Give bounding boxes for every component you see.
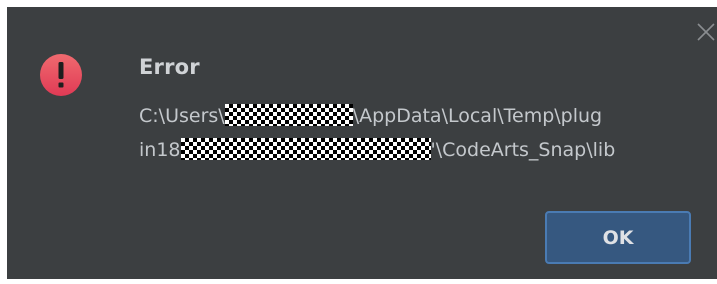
message-text: \AppData\Local\Temp\plug [352,105,603,127]
dialog-title: Error [139,55,200,79]
close-icon [697,23,715,41]
ok-button[interactable]: OK [545,211,691,264]
redacted-text [180,138,431,160]
message-text: in18 [139,139,181,161]
message-line: in18 '\CodeArts_Snap\lib [139,133,709,167]
message-text: C:\Users\ [139,105,225,127]
error-exclamation-icon [39,53,83,97]
error-dialog: Error C:\Users\ \AppData\Local\Temp\plug … [7,7,717,279]
message-line: C:\Users\ \AppData\Local\Temp\plug [139,99,709,133]
redacted-text [224,104,353,126]
error-message: C:\Users\ \AppData\Local\Temp\plug in18 '\… [139,99,709,167]
message-text: '\CodeArts_Snap\lib [430,139,616,161]
close-button[interactable] [695,21,717,43]
